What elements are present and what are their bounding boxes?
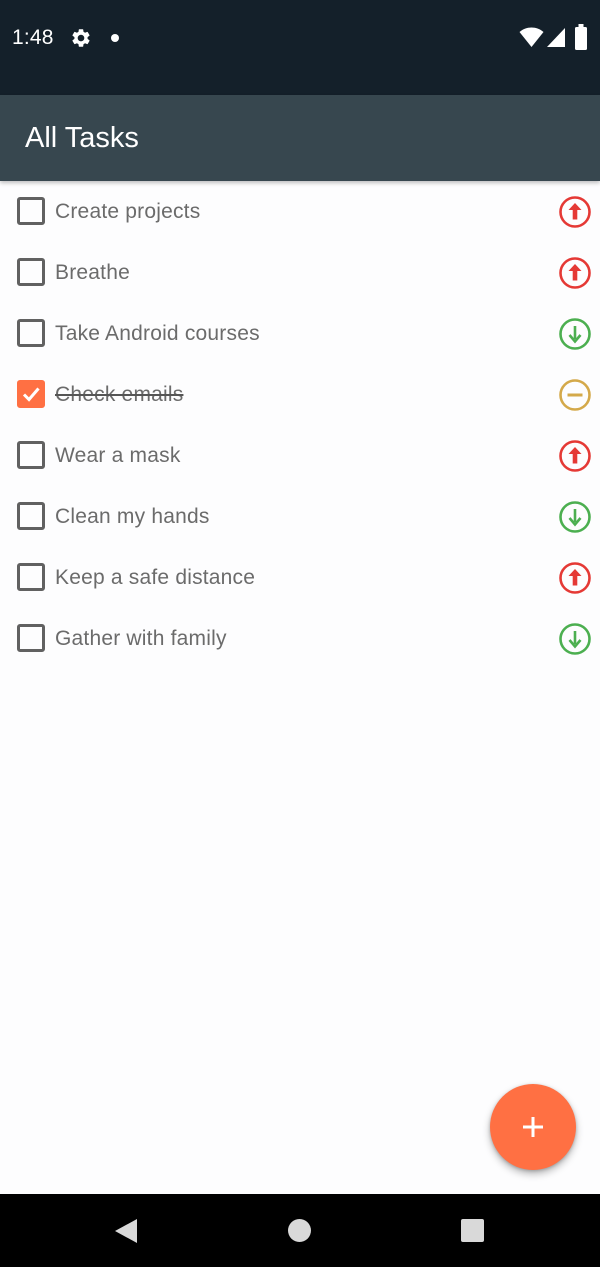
back-icon[interactable]: [114, 1218, 138, 1244]
task-checkbox[interactable]: [17, 502, 45, 530]
task-row[interactable]: Wear a mask: [0, 425, 600, 486]
plus-icon: [523, 1117, 543, 1137]
priority-high-icon: [559, 562, 591, 594]
task-label: Clean my hands: [55, 505, 210, 528]
task-row[interactable]: Take Android courses: [0, 303, 600, 364]
task-row[interactable]: Gather with family: [0, 608, 600, 669]
priority-high-icon: [559, 257, 591, 289]
task-row[interactable]: Create projects: [0, 181, 600, 242]
app-bar: All Tasks: [0, 95, 600, 181]
task-label: Create projects: [55, 200, 201, 223]
priority-high-icon: [559, 196, 591, 228]
task-list: Create projects Breathe Take Android cou…: [0, 181, 600, 669]
task-label: Gather with family: [55, 627, 227, 650]
task-checkbox[interactable]: [17, 319, 45, 347]
task-checkbox[interactable]: [17, 197, 45, 225]
task-label: Keep a safe distance: [55, 566, 256, 589]
status-bar: 1:48: [0, 0, 600, 95]
priority-low-icon: [559, 501, 591, 533]
task-label: Check emails: [55, 383, 184, 406]
task-label: Take Android courses: [55, 322, 260, 345]
notification-dot-icon: [111, 34, 119, 42]
task-checkbox[interactable]: [17, 624, 45, 652]
task-checkbox[interactable]: [17, 380, 45, 408]
recents-icon[interactable]: [461, 1219, 484, 1242]
priority-medium-icon: [559, 379, 591, 411]
task-row[interactable]: Breathe: [0, 242, 600, 303]
status-time: 1:48: [12, 26, 54, 49]
add-task-button[interactable]: [490, 1084, 576, 1170]
priority-high-icon: [559, 440, 591, 472]
task-row[interactable]: Check emails: [0, 364, 600, 425]
task-row[interactable]: Clean my hands: [0, 486, 600, 547]
priority-low-icon: [559, 318, 591, 350]
task-label: Wear a mask: [55, 444, 181, 467]
task-checkbox[interactable]: [17, 258, 45, 286]
battery-icon: [575, 24, 587, 50]
task-row[interactable]: Keep a safe distance: [0, 547, 600, 608]
home-icon[interactable]: [288, 1219, 311, 1242]
navigation-bar: [0, 1194, 600, 1267]
page-title: All Tasks: [25, 122, 139, 154]
check-icon: [22, 387, 40, 402]
task-checkbox[interactable]: [17, 441, 45, 469]
gear-icon: [72, 29, 90, 47]
cell-signal-icon: [547, 28, 565, 47]
priority-low-icon: [559, 623, 591, 655]
task-checkbox[interactable]: [17, 563, 45, 591]
wifi-icon: [519, 27, 544, 47]
task-label: Breathe: [55, 261, 130, 284]
